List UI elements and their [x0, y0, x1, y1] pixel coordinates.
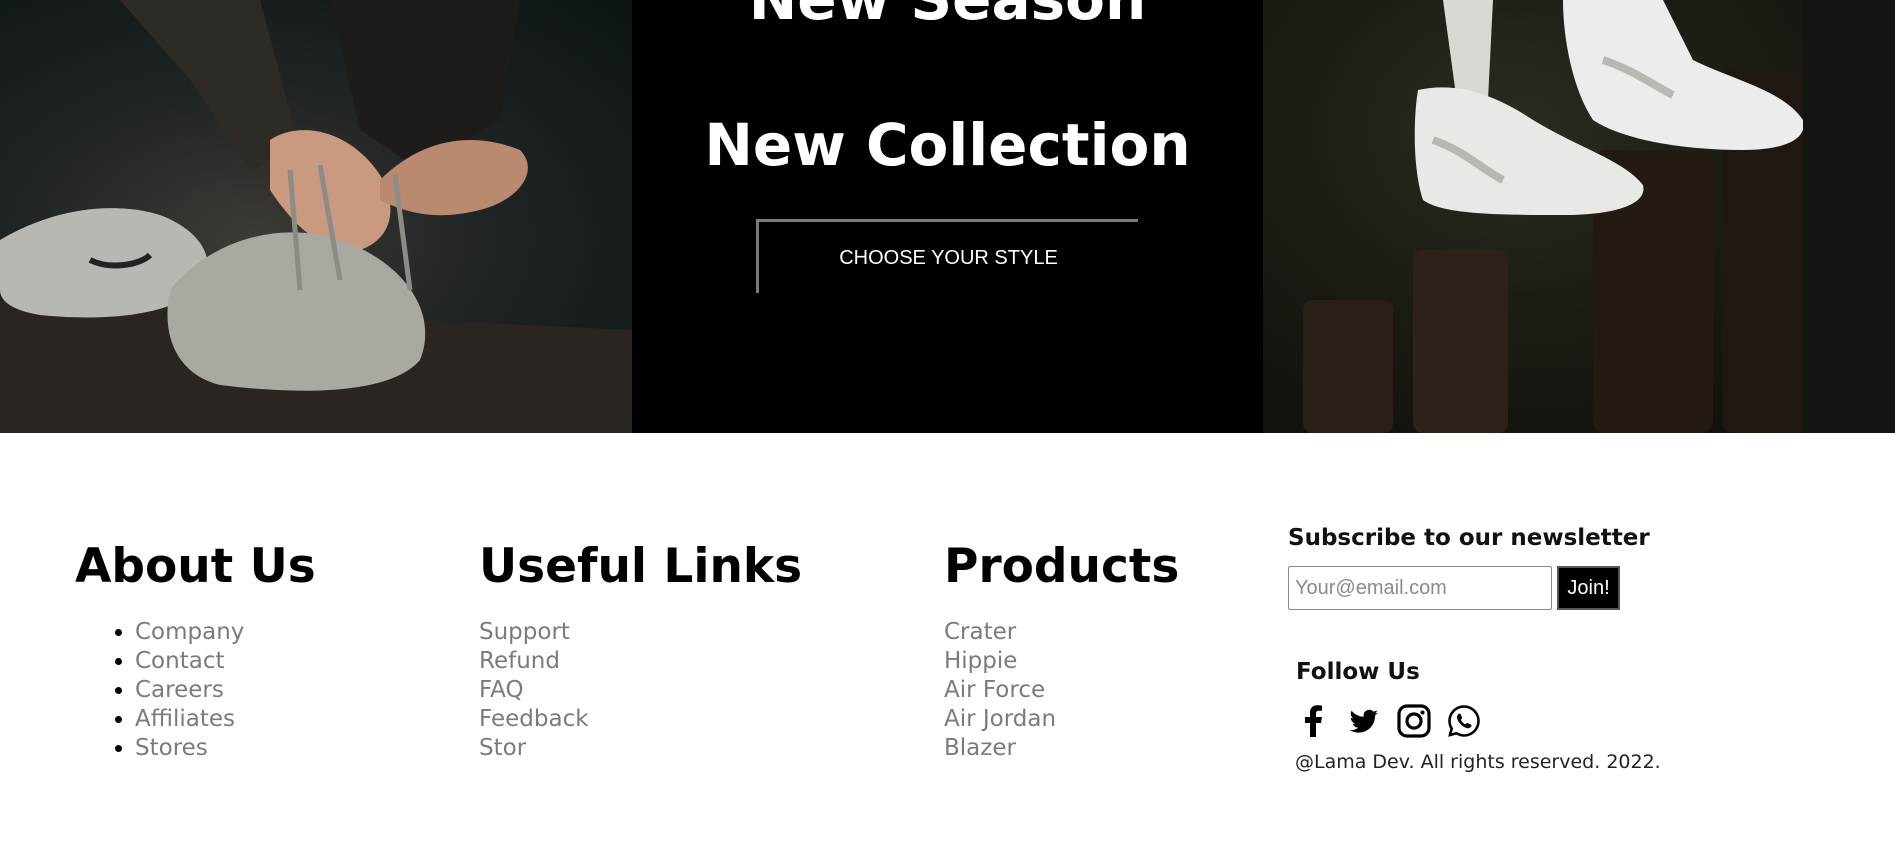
about-column: About Us Company Contact Careers Affilia…	[75, 543, 316, 763]
facebook-icon[interactable]	[1296, 703, 1332, 739]
white-sneakers-photo	[1303, 0, 1895, 433]
newsletter-form: Join!	[1288, 566, 1650, 610]
useful-links-heading: Useful Links	[479, 539, 803, 594]
product-link-blazer[interactable]: Blazer	[944, 734, 1179, 763]
about-list: Company Contact Careers Affiliates Store…	[75, 618, 316, 763]
footer: About Us Company Contact Careers Affilia…	[0, 433, 1895, 848]
products-list: Crater Hippie Air Force Air Jordan Blaze…	[944, 618, 1179, 763]
products-heading: Products	[944, 539, 1180, 594]
useful-link-support[interactable]: Support	[479, 618, 802, 647]
newsletter-heading: Subscribe to our newsletter	[1288, 525, 1650, 551]
join-button[interactable]: Join!	[1557, 566, 1620, 610]
product-link-air-force[interactable]: Air Force	[944, 676, 1179, 705]
about-heading: About Us	[75, 539, 316, 594]
product-link-air-jordan[interactable]: Air Jordan	[944, 705, 1179, 734]
useful-link-stor[interactable]: Stor	[479, 734, 802, 763]
useful-link-feedback[interactable]: Feedback	[479, 705, 802, 734]
about-link-careers[interactable]: Careers	[135, 676, 316, 705]
about-link-stores[interactable]: Stores	[135, 734, 316, 763]
hero-section: New Season New Collection CHOOSE YOUR ST…	[0, 0, 1895, 433]
social-icons	[1296, 703, 1482, 739]
product-link-hippie[interactable]: Hippie	[944, 647, 1179, 676]
useful-link-faq[interactable]: FAQ	[479, 676, 802, 705]
sneaker-laces-photo	[0, 0, 632, 433]
about-link-affiliates[interactable]: Affiliates	[135, 705, 316, 734]
whatsapp-icon[interactable]	[1446, 703, 1482, 739]
hero-image-right	[1263, 0, 1895, 433]
useful-links-column: Useful Links Support Refund FAQ Feedback…	[479, 543, 802, 763]
hero-title-line1: New Season	[632, 0, 1263, 28]
useful-link-refund[interactable]: Refund	[479, 647, 802, 676]
useful-links-list: Support Refund FAQ Feedback Stor	[479, 618, 802, 763]
newsletter-email-input[interactable]	[1288, 566, 1552, 610]
newsletter-section: Subscribe to our newsletter Join!	[1288, 525, 1650, 610]
hero-title-line2: New Collection	[704, 111, 1191, 179]
hero-image-left	[0, 0, 632, 433]
choose-style-button[interactable]: CHOOSE YOUR STYLE	[756, 219, 1138, 293]
about-link-contact[interactable]: Contact	[135, 647, 316, 676]
about-link-company[interactable]: Company	[135, 618, 316, 647]
twitter-icon[interactable]	[1346, 703, 1382, 739]
instagram-icon[interactable]	[1396, 703, 1432, 739]
product-link-crater[interactable]: Crater	[944, 618, 1179, 647]
follow-us-heading: Follow Us	[1296, 659, 1420, 685]
hero-promo-panel: New Season New Collection CHOOSE YOUR ST…	[632, 0, 1263, 433]
copyright-text: @Lama Dev. All rights reserved. 2022.	[1295, 751, 1661, 773]
products-column: Products Crater Hippie Air Force Air Jor…	[944, 543, 1179, 763]
